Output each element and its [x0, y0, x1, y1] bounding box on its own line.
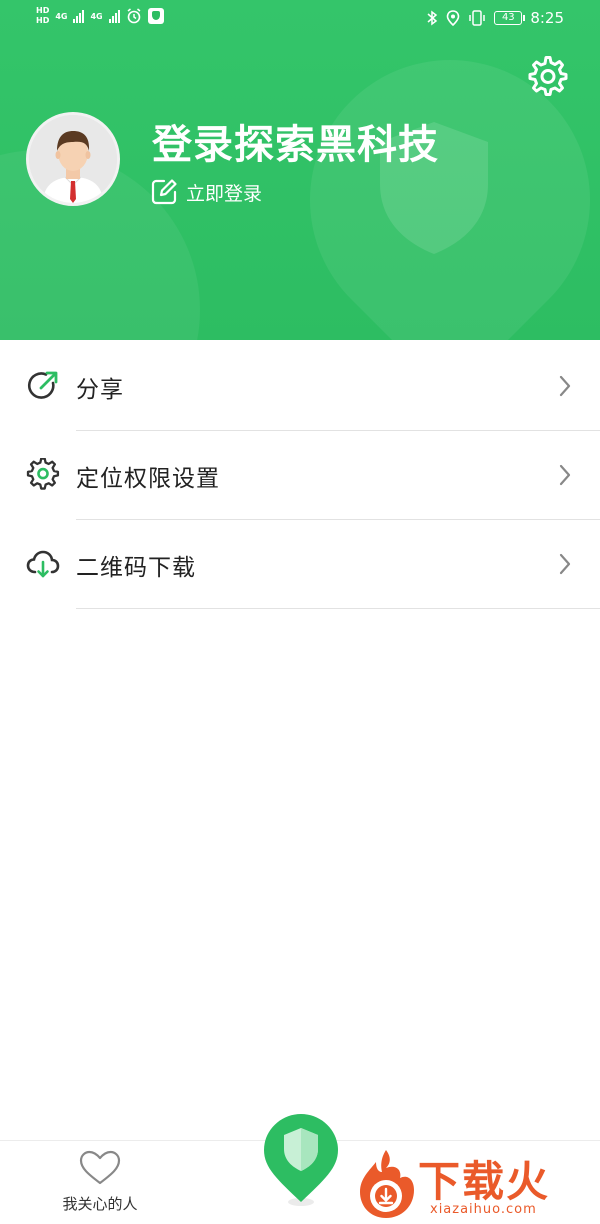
menu-item-label: 分享 [76, 376, 124, 403]
edit-icon [151, 179, 177, 205]
watermark-sub: xiazaihuo.com [430, 1202, 537, 1217]
default-avatar-icon [29, 115, 117, 203]
network-type-1: 4G [55, 11, 68, 21]
menu-item-label: 二维码下载 [76, 554, 196, 581]
watermark: 下载火 xiazaihuo.com [356, 1146, 600, 1224]
signal-icon [73, 9, 85, 23]
cloud-download-icon [26, 550, 60, 578]
gear-icon [26, 458, 60, 490]
status-left-icons: HD HD 4G 4G [36, 6, 164, 26]
menu-item-share[interactable]: 分享 [0, 342, 600, 431]
avatar[interactable] [26, 112, 120, 206]
menu-item-label: 定位权限设置 [76, 465, 220, 492]
share-icon [28, 371, 58, 399]
settings-gear-icon[interactable] [527, 56, 569, 98]
network-type-2: 4G [90, 11, 103, 21]
watermark-text: 下载火 [418, 1157, 551, 1206]
chevron-right-icon [559, 553, 571, 575]
alarm-icon [127, 8, 141, 24]
location-icon [447, 10, 460, 26]
status-right-icons: 43 8:25 [426, 9, 564, 27]
heart-icon [79, 1150, 121, 1185]
flame-logo-icon [360, 1150, 414, 1218]
battery-indicator: 43 [494, 11, 526, 25]
clock: 8:25 [530, 9, 564, 27]
tab-care-people[interactable]: 我关心的人 [40, 1149, 160, 1214]
app-notification-icon [147, 8, 164, 24]
menu-item-qr-download[interactable]: 二维码下载 [0, 520, 600, 609]
settings-menu: 分享 定位权限设置 二维码下载 [0, 342, 600, 609]
status-bar: HD HD 4G 4G 43 8:25 [0, 0, 600, 38]
login-link[interactable]: 立即登录 [150, 178, 262, 206]
login-link-label: 立即登录 [186, 182, 263, 205]
menu-item-location-permission[interactable]: 定位权限设置 [0, 431, 600, 520]
signal-icon-2 [108, 9, 120, 23]
chevron-right-icon [559, 464, 571, 486]
divider [76, 608, 600, 609]
login-prompt-title[interactable]: 登录探索黑科技 [152, 112, 439, 170]
hd-indicator-2: HD [36, 16, 50, 25]
shield-pin-icon[interactable] [262, 1112, 340, 1208]
vibrate-icon [469, 10, 486, 26]
bluetooth-icon [427, 10, 438, 26]
tab-label: 我关心的人 [62, 1195, 138, 1213]
chevron-right-icon [559, 375, 571, 397]
profile-header: HD HD 4G 4G 43 8:25 登录探索黑科技 立即登录 [0, 0, 600, 340]
hd-indicator: HD [36, 6, 50, 15]
